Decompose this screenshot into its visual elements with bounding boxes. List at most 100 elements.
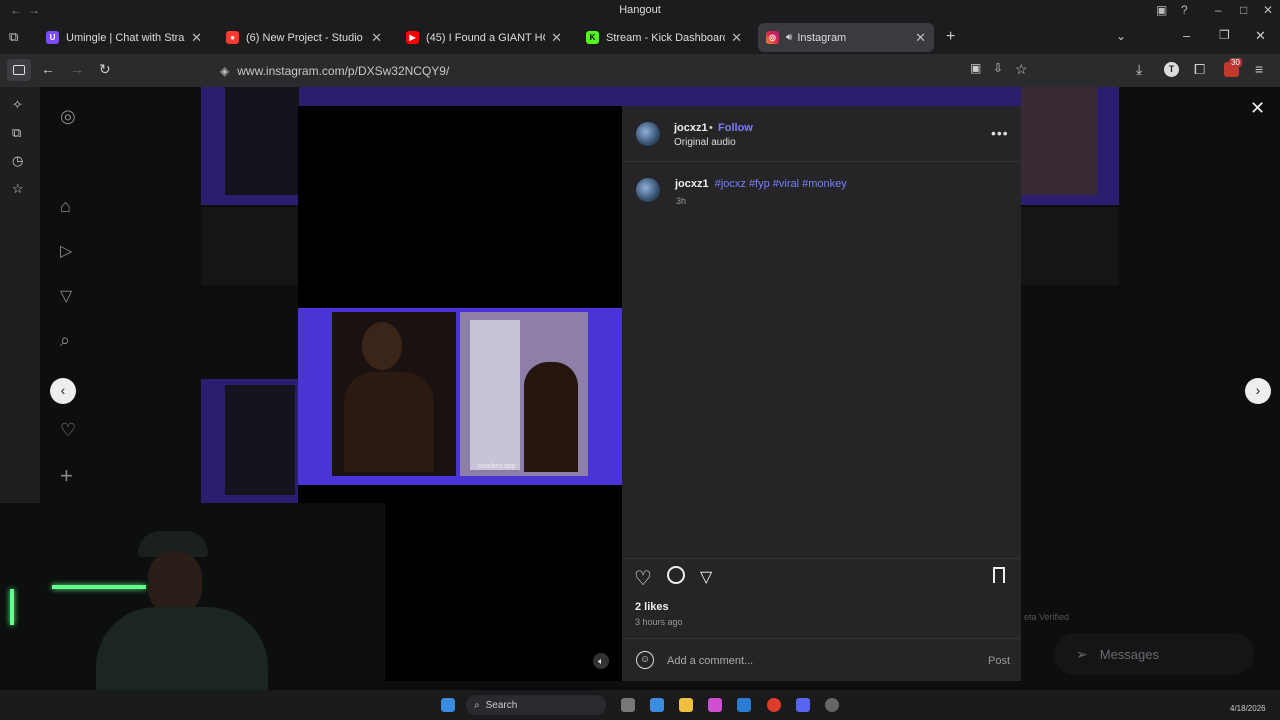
like-heart-icon[interactable]: ♡ xyxy=(634,566,652,591)
tab-kick[interactable]: K Stream - Kick Dashboard ✕ xyxy=(578,23,750,52)
close-tab-icon[interactable]: ✕ xyxy=(915,30,926,46)
direct-icon[interactable]: ▽ xyxy=(60,286,72,306)
close-modal-icon[interactable]: ✕ xyxy=(1250,98,1265,119)
follow-button[interactable]: Follow xyxy=(718,122,753,134)
likes-count[interactable]: 2 likes xyxy=(635,601,669,613)
tab-label: Umingle | Chat with Strangers I xyxy=(66,31,185,44)
dot-separator: • xyxy=(709,122,713,134)
tab-umingle[interactable]: U Umingle | Chat with Strangers I ✕ xyxy=(38,23,210,52)
reload-icon[interactable]: ↻ xyxy=(99,61,111,78)
create-icon[interactable]: + xyxy=(60,463,73,489)
studio-icon: ● xyxy=(226,31,239,44)
collections-icon[interactable]: ⧉ xyxy=(12,125,21,141)
new-tab-icon[interactable]: + xyxy=(946,28,955,46)
history-icon[interactable]: ◷ xyxy=(12,153,23,169)
share-icon[interactable]: ▽ xyxy=(700,567,712,587)
caption-time: 3h xyxy=(676,196,687,206)
close-window-icon[interactable]: ✕ xyxy=(1263,3,1273,17)
next-post-button[interactable]: › xyxy=(1245,378,1271,404)
led-light xyxy=(52,585,146,589)
window-icon[interactable]: ▣ xyxy=(1156,3,1167,17)
close-icon[interactable]: ✕ xyxy=(1255,28,1266,44)
caption-hashtags[interactable]: #jocxz #fyp #viral #monkey xyxy=(715,178,847,190)
tab-overview-icon[interactable]: ⧉ xyxy=(9,29,18,45)
video-left-feed xyxy=(332,312,456,476)
post-video[interactable]: monkey.app xyxy=(298,308,622,485)
app-icon[interactable] xyxy=(825,698,839,712)
taskbar: ⌕ Search 4/18/2026 xyxy=(0,690,1280,720)
maximize-icon[interactable]: □ xyxy=(1240,3,1247,17)
post-comment-button[interactable]: Post xyxy=(988,655,1010,667)
meta-verified-text: eta Verified xyxy=(1024,612,1070,622)
ai-sparkle-icon[interactable]: ✧ xyxy=(12,97,23,113)
bookmark-star-icon[interactable]: ☆ xyxy=(1015,61,1028,78)
restore-icon[interactable]: ❐ xyxy=(1219,28,1230,42)
umingle-icon: U xyxy=(46,31,59,44)
favorites-icon[interactable]: ☆ xyxy=(12,181,24,197)
close-tab-icon[interactable]: ✕ xyxy=(371,30,382,46)
tab-label: (45) I Found a GIANT HOLLOW xyxy=(426,31,545,44)
mail-icon[interactable] xyxy=(737,698,751,712)
site-info-icon[interactable]: ◈ xyxy=(220,64,229,78)
post-username[interactable]: jocxz1 xyxy=(674,122,708,134)
address-bar[interactable]: ◈ www.instagram.com/p/DXSw32NCQY9/ xyxy=(212,58,1042,83)
avatar[interactable] xyxy=(636,122,660,146)
tab-strip: ⧉ U Umingle | Chat with Strangers I ✕ ● … xyxy=(0,20,1280,54)
install-app-icon[interactable]: ⇩ xyxy=(993,61,1003,75)
caption-avatar[interactable] xyxy=(636,178,660,202)
taskbar-search[interactable]: ⌕ Search xyxy=(466,695,606,715)
file-explorer-icon[interactable] xyxy=(679,698,693,712)
audio-label[interactable]: Original audio xyxy=(674,137,736,148)
background-thumbnail xyxy=(201,379,301,503)
comment-input[interactable]: Add a comment... xyxy=(667,655,753,667)
speaker-icon[interactable]: 🔊︎ xyxy=(786,32,792,43)
search-icon[interactable]: ⌕ xyxy=(60,330,70,351)
search-icon: ⌕ xyxy=(474,699,480,711)
extension-badge: 30 xyxy=(1229,58,1242,67)
profile-icon[interactable]: T xyxy=(1164,62,1179,77)
tab-instagram[interactable]: ◎ 🔊︎ Instagram ✕ xyxy=(758,23,934,52)
close-tab-icon[interactable]: ✕ xyxy=(551,30,562,46)
task-view-icon[interactable] xyxy=(621,698,635,712)
downloads-icon[interactable]: ⤓ xyxy=(1136,61,1142,78)
back-icon[interactable]: ← xyxy=(41,61,55,77)
menu-icon[interactable]: ≡ xyxy=(1255,61,1263,77)
comment-icon[interactable] xyxy=(667,566,685,584)
caption-username[interactable]: jocxz1 xyxy=(675,178,709,190)
messages-label: Messages xyxy=(1099,646,1159,662)
notifications-heart-icon[interactable]: ♡ xyxy=(60,420,76,441)
minimize-icon[interactable]: – xyxy=(1215,3,1222,17)
reels-icon[interactable]: ▷ xyxy=(60,241,72,261)
home-icon[interactable]: ⌂ xyxy=(60,196,71,217)
app-icon[interactable] xyxy=(708,698,722,712)
tab-studio[interactable]: ● (6) New Project - Studio ✕ xyxy=(218,23,390,52)
app-icon[interactable] xyxy=(650,698,664,712)
browser-icon[interactable] xyxy=(767,698,781,712)
save-bookmark-icon[interactable] xyxy=(993,567,1005,583)
search-label: Search xyxy=(485,699,518,711)
sidebar-toggle-icon[interactable] xyxy=(7,59,31,81)
mute-icon[interactable]: 🔈︎ xyxy=(593,653,609,669)
minimize-icon[interactable]: – xyxy=(1183,28,1190,43)
caption: jocxz1 #jocxz #fyp #viral #monkey xyxy=(675,178,847,190)
messages-send-icon: ➢ xyxy=(1076,645,1088,662)
more-options-icon[interactable]: ••• xyxy=(991,125,1009,141)
windows-start-icon[interactable] xyxy=(441,698,455,712)
url-text: www.instagram.com/p/DXSw32NCQY9/ xyxy=(237,63,450,78)
tab-label: (6) New Project - Studio xyxy=(246,31,363,44)
close-tab-icon[interactable]: ✕ xyxy=(191,30,202,46)
emoji-icon[interactable]: ☺ xyxy=(636,651,654,669)
close-tab-icon[interactable]: ✕ xyxy=(731,30,742,46)
youtube-icon: ▶ xyxy=(406,31,419,44)
discord-icon[interactable] xyxy=(796,698,810,712)
extensions-icon[interactable]: ⧠ xyxy=(1194,61,1205,78)
tab-list-chevron-icon[interactable]: ⌄ xyxy=(1116,29,1126,43)
forward-icon[interactable]: → xyxy=(70,61,84,77)
divider xyxy=(622,558,1021,559)
instagram-logo-icon[interactable]: ◎ xyxy=(60,106,76,127)
picture-in-picture-icon[interactable]: ▣ xyxy=(970,61,981,75)
previous-post-button[interactable]: ‹ xyxy=(50,378,76,404)
messages-button[interactable]: ➢ Messages xyxy=(1054,633,1254,675)
tab-youtube[interactable]: ▶ (45) I Found a GIANT HOLLOW ✕ xyxy=(398,23,570,52)
help-icon[interactable]: ? xyxy=(1181,3,1188,17)
